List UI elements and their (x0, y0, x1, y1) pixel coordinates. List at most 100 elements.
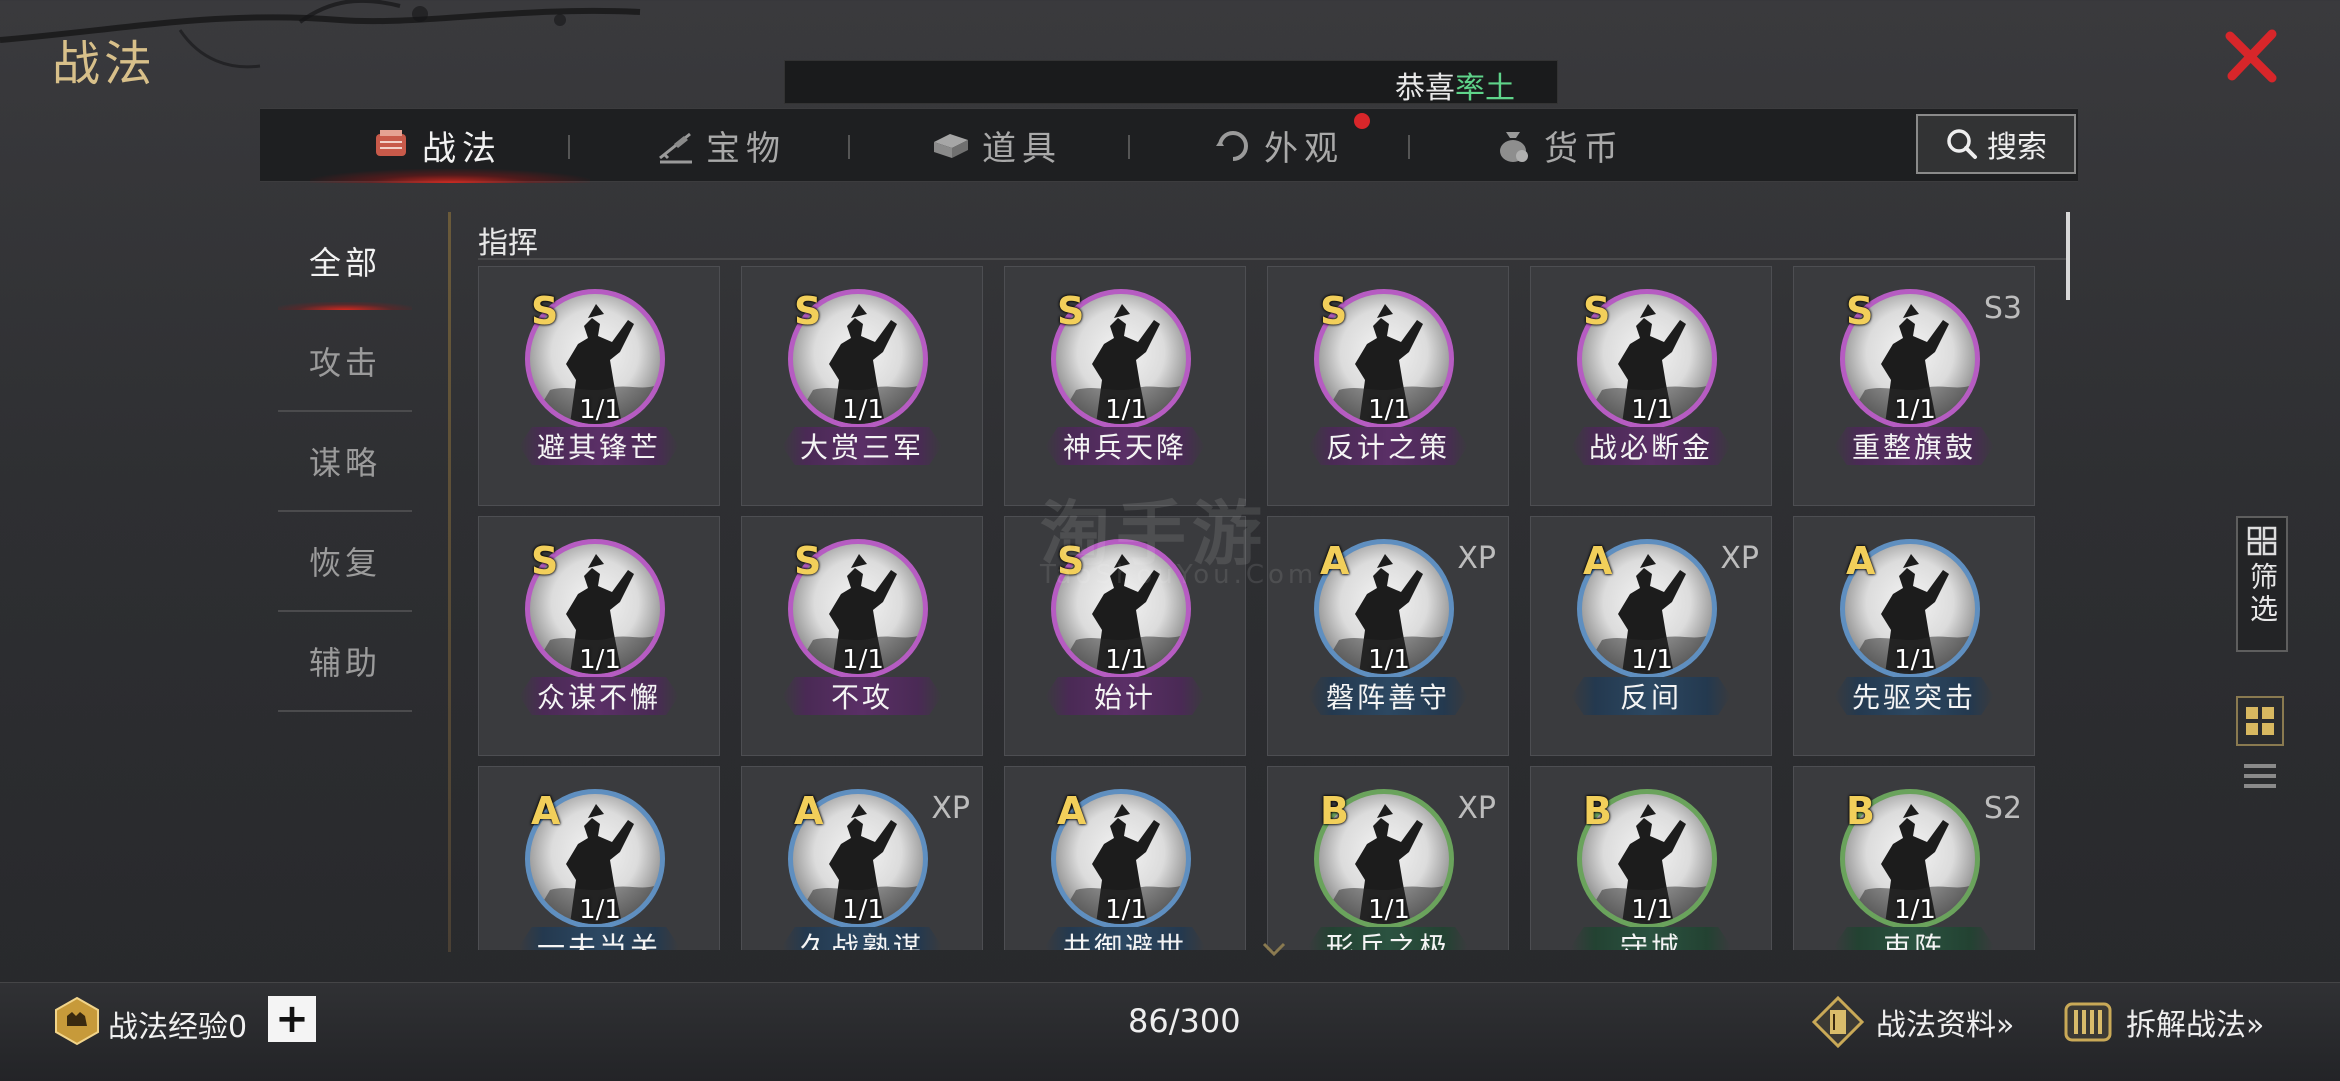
skill-card[interactable]: S 1/1 大赏三军 (741, 266, 983, 506)
filter-button[interactable]: 筛选 (2236, 516, 2288, 652)
list-view-icon[interactable] (2242, 760, 2278, 796)
skill-count: 1/1 (1105, 645, 1147, 675)
item-box-icon (934, 134, 968, 158)
tab-label: 外观 (1264, 128, 1344, 169)
category-strategy[interactable]: 谋略 (278, 412, 412, 512)
skill-name: 重整旗鼓 (1834, 427, 1994, 465)
skill-capacity: 86/300 (1128, 1002, 1241, 1040)
skill-name: 先驱突击 (1834, 677, 1994, 715)
skill-name: 反间 (1571, 677, 1731, 715)
skill-info-link[interactable]: 战法资料» (1810, 994, 2014, 1050)
skill-name: 磐阵善守 (1308, 677, 1468, 715)
skill-grade: B (1583, 789, 1612, 833)
skill-info-label: 战法资料» (1876, 1008, 2015, 1043)
season-tag: XP (1457, 541, 1496, 576)
skill-count: 1/1 (1631, 895, 1673, 925)
category-attack[interactable]: 攻击 (278, 312, 412, 412)
skill-grade: B (1846, 789, 1875, 833)
skill-card[interactable]: S 1/1 不攻 (741, 516, 983, 756)
skill-grade: S (1320, 289, 1348, 333)
scrollbar[interactable] (2066, 212, 2070, 300)
skill-card[interactable]: S 1/1 避其锋芒 (478, 266, 720, 506)
category-label: 辅助 (308, 644, 381, 682)
skill-card[interactable]: A 1/1 先驱突击 (1793, 516, 2035, 756)
skill-grade: S (1846, 289, 1874, 333)
skill-card[interactable]: S 1/1 众谋不懈 (478, 516, 720, 756)
section-title: 指挥 (478, 226, 538, 261)
category-all[interactable]: 全部 (278, 212, 412, 310)
page-title: 战法 (52, 36, 157, 92)
skill-card[interactable]: S 1/1 反计之策 (1267, 266, 1509, 506)
close-icon[interactable] (2222, 26, 2282, 86)
tab-appearance[interactable]: 外观 (1212, 109, 1344, 181)
marquee-text: 恭喜率土 (1395, 71, 1515, 104)
category-tab-bar: 战法 宝物 道具 外观 货币 (260, 108, 2078, 183)
skill-name: 久战熟谋 (782, 927, 942, 950)
skill-card[interactable]: S 1/1 神兵天降 (1004, 266, 1246, 506)
skill-card[interactable]: B S2 1/1 束阵 (1793, 766, 2035, 950)
grid-view-button[interactable] (2236, 696, 2284, 746)
skill-name: 战必断金 (1571, 427, 1731, 465)
skill-card[interactable]: A 1/1 共御避世 (1004, 766, 1246, 950)
skill-card[interactable]: A XP 1/1 反间 (1530, 516, 1772, 756)
skill-grade: A (531, 789, 561, 833)
skill-count: 1/1 (1894, 395, 1936, 425)
tab-divider (568, 135, 570, 159)
skill-card[interactable]: A 1/1 一夫当关 (478, 766, 720, 950)
season-tag: XP (931, 791, 970, 826)
search-button[interactable]: 搜索 (1916, 114, 2076, 174)
skill-card[interactable]: A XP 1/1 久战熟谋 (741, 766, 983, 950)
season-tag: S2 (1983, 791, 2022, 826)
skill-card[interactable]: S 1/1 战必断金 (1530, 266, 1772, 506)
skill-grade: S (1583, 289, 1611, 333)
skill-grade: S (794, 289, 822, 333)
tab-divider (1408, 135, 1410, 159)
announcement-marquee: 恭喜率土 (784, 60, 1558, 104)
skill-name: 不攻 (782, 677, 942, 715)
filter-grid-icon (2247, 526, 2277, 556)
skill-count: 1/1 (842, 645, 884, 675)
tab-label: 货币 (1544, 128, 1624, 169)
tab-label: 道具 (982, 128, 1062, 169)
skill-count: 1/1 (1894, 645, 1936, 675)
tab-label: 战法 (422, 128, 502, 169)
skill-grade: S (531, 289, 559, 333)
search-icon (1947, 129, 1977, 159)
section-rule (478, 258, 2070, 260)
tab-currency[interactable]: 货币 (1492, 109, 1624, 181)
category-recovery[interactable]: 恢复 (278, 512, 412, 612)
chevron-down-icon (1262, 942, 1286, 957)
skill-count: 1/1 (579, 395, 621, 425)
category-label: 谋略 (308, 444, 381, 482)
tab-items[interactable]: 道具 (930, 109, 1062, 181)
skill-card[interactable]: A XP 1/1 磐阵善守 (1267, 516, 1509, 756)
skill-name: 形兵之极 (1308, 927, 1468, 950)
skill-name: 避其锋芒 (519, 427, 679, 465)
skill-count: 1/1 (1368, 645, 1410, 675)
skill-name: 大赏三军 (782, 427, 942, 465)
category-support[interactable]: 辅助 (278, 612, 412, 712)
grid-view-icon (2246, 707, 2274, 735)
skill-card[interactable]: S S3 1/1 重整旗鼓 (1793, 266, 2035, 506)
skill-count: 1/1 (1368, 895, 1410, 925)
skill-count: 1/1 (1631, 645, 1673, 675)
treasure-icon (659, 132, 692, 164)
skill-card[interactable]: B XP 1/1 形兵之极 (1267, 766, 1509, 950)
add-exp-button[interactable]: + (268, 996, 316, 1042)
tab-divider (1128, 135, 1130, 159)
category-label: 攻击 (308, 344, 381, 382)
skill-name: 束阵 (1834, 927, 1994, 950)
tab-label: 宝物 (706, 128, 786, 169)
notification-dot (1354, 113, 1370, 129)
filter-label: 筛选 (2246, 562, 2279, 626)
tab-skills[interactable]: 战法 (370, 109, 502, 181)
skill-name: 守城 (1571, 927, 1731, 950)
skill-grade: B (1320, 789, 1349, 833)
tab-treasure[interactable]: 宝物 (654, 109, 786, 181)
skill-card[interactable]: B 1/1 守城 (1530, 766, 1772, 950)
category-divider (448, 212, 451, 952)
skill-name: 神兵天降 (1045, 427, 1205, 465)
season-tag: XP (1457, 791, 1496, 826)
category-label: 全部 (308, 244, 381, 282)
disassemble-link[interactable]: 拆解战法» (2060, 994, 2264, 1050)
